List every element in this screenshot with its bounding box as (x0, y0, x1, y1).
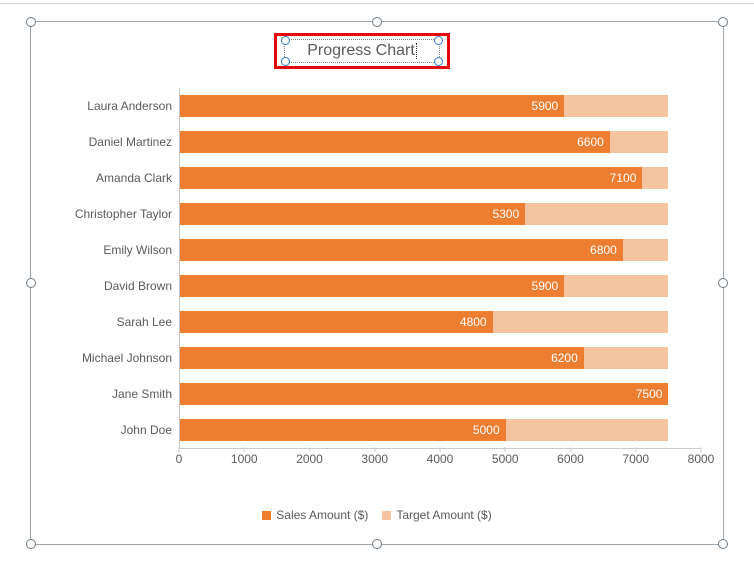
y-axis-label: Daniel Martinez (54, 124, 178, 160)
x-axis-tick: 8000 (688, 452, 715, 466)
bar-row: Christopher Taylor5300 (180, 196, 701, 232)
bar-sales[interactable]: 6800 (180, 239, 623, 261)
resize-handle-n[interactable] (372, 17, 382, 27)
legend-swatch-sales (262, 511, 271, 520)
chart-title[interactable]: Progress Chart (307, 42, 415, 60)
bar-row: Laura Anderson5900 (180, 88, 701, 124)
bar-sales[interactable]: 5300 (180, 203, 525, 225)
resize-handle-e[interactable] (718, 278, 728, 288)
y-axis-label: Jane Smith (54, 376, 178, 412)
spreadsheet-gridline (0, 3, 754, 4)
title-handle-nw[interactable] (281, 36, 290, 45)
legend-item-sales[interactable]: Sales Amount ($) (262, 508, 368, 522)
bar-row: Jane Smith7500 (180, 376, 701, 412)
x-axis-tick: 5000 (492, 452, 519, 466)
bar-row: Emily Wilson6800 (180, 232, 701, 268)
y-axis-label: Christopher Taylor (54, 196, 178, 232)
title-handle-ne[interactable] (434, 36, 443, 45)
bar-row: John Doe5000 (180, 412, 701, 448)
bar-sales[interactable]: 6600 (180, 131, 610, 153)
bar-row: Amanda Clark7100 (180, 160, 701, 196)
resize-handle-se[interactable] (718, 539, 728, 549)
bar-sales[interactable]: 5900 (180, 95, 564, 117)
legend-label-target: Target Amount ($) (396, 508, 491, 522)
chart-object-frame[interactable]: Progress Chart Laura Anderson5900Daniel … (30, 21, 724, 545)
resize-handle-w[interactable] (26, 278, 36, 288)
legend-swatch-target (382, 511, 391, 520)
x-axis-tick: 0 (176, 452, 183, 466)
x-axis-tick: 1000 (231, 452, 258, 466)
title-handle-se[interactable] (434, 57, 443, 66)
y-axis-label: Sarah Lee (54, 304, 178, 340)
bar-sales[interactable]: 7500 (180, 383, 668, 405)
y-axis-label: Amanda Clark (54, 160, 178, 196)
bar-row: Sarah Lee4800 (180, 304, 701, 340)
bar-sales[interactable]: 6200 (180, 347, 584, 369)
chart-title-highlight: Progress Chart (274, 33, 450, 69)
y-axis-label: Emily Wilson (54, 232, 178, 268)
plot-area[interactable]: Laura Anderson5900Daniel Martinez6600Ama… (179, 88, 701, 449)
plot-wrap: Laura Anderson5900Daniel Martinez6600Ama… (53, 88, 701, 468)
bar-sales[interactable]: 5900 (180, 275, 564, 297)
text-cursor (416, 43, 417, 59)
x-axis-tick: 3000 (361, 452, 388, 466)
bar-sales[interactable]: 7100 (180, 167, 642, 189)
resize-handle-s[interactable] (372, 539, 382, 549)
legend-item-target[interactable]: Target Amount ($) (382, 508, 491, 522)
y-axis-label: Michael Johnson (54, 340, 178, 376)
y-axis-label: David Brown (54, 268, 178, 304)
resize-handle-sw[interactable] (26, 539, 36, 549)
x-axis-tick: 6000 (557, 452, 584, 466)
y-axis-label: John Doe (54, 412, 178, 448)
x-axis-tick: 7000 (622, 452, 649, 466)
chart-title-editbox[interactable]: Progress Chart (284, 39, 440, 63)
title-handle-sw[interactable] (281, 57, 290, 66)
bar-sales[interactable]: 4800 (180, 311, 493, 333)
legend-label-sales: Sales Amount ($) (276, 508, 368, 522)
bar-row: David Brown5900 (180, 268, 701, 304)
legend[interactable]: Sales Amount ($) Target Amount ($) (31, 508, 723, 522)
x-axis-tick: 2000 (296, 452, 323, 466)
x-axis-tick: 4000 (427, 452, 454, 466)
bar-row: Michael Johnson6200 (180, 340, 701, 376)
resize-handle-ne[interactable] (718, 17, 728, 27)
resize-handle-nw[interactable] (26, 17, 36, 27)
bar-sales[interactable]: 5000 (180, 419, 506, 441)
y-axis-label: Laura Anderson (54, 88, 178, 124)
bar-row: Daniel Martinez6600 (180, 124, 701, 160)
